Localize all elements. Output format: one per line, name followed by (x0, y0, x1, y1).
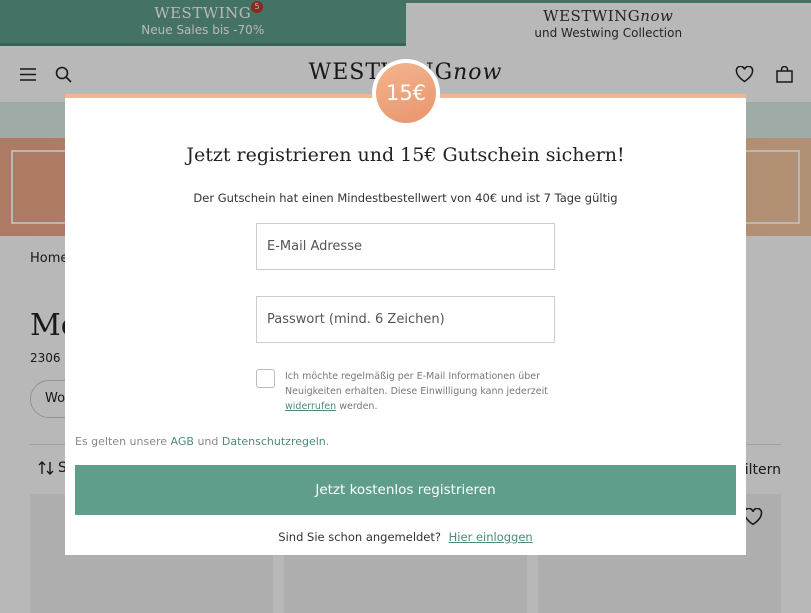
login-prompt: Sind Sie schon angemeldet? Hier einlogge… (65, 530, 746, 544)
email-field[interactable] (256, 223, 555, 270)
login-question: Sind Sie schon angemeldet? (278, 530, 441, 544)
password-field[interactable] (256, 296, 555, 343)
legal-and: und (197, 435, 219, 448)
modal-subtitle: Der Gutschein hat einen Mindestbestellwe… (193, 191, 618, 205)
newsletter-text-end: werden. (339, 401, 378, 412)
agb-link[interactable]: AGB (171, 435, 194, 448)
modal-title: Jetzt registrieren und 15€ Gutschein sic… (186, 144, 625, 166)
login-link[interactable]: Hier einloggen (449, 530, 533, 544)
revoke-link[interactable]: widerrufen (285, 401, 336, 412)
register-button[interactable]: Jetzt kostenlos registrieren (75, 465, 736, 515)
newsletter-text: Ich möchte regelmäßig per E-Mail Informa… (285, 369, 565, 414)
coupon-value: 15€ (376, 63, 436, 123)
newsletter-text-body: Ich möchte regelmäßig per E-Mail Informa… (285, 371, 548, 397)
coupon-badge: 15€ (372, 59, 440, 127)
newsletter-checkbox[interactable] (256, 369, 275, 388)
legal-notice: Es gelten unsere AGB und Datenschutzrege… (75, 435, 329, 448)
privacy-link[interactable]: Datenschutzregeln (222, 435, 326, 448)
legal-prefix: Es gelten unsere (75, 435, 168, 448)
register-modal: Jetzt registrieren und 15€ Gutschein sic… (65, 94, 746, 555)
legal-dot: . (325, 435, 330, 448)
